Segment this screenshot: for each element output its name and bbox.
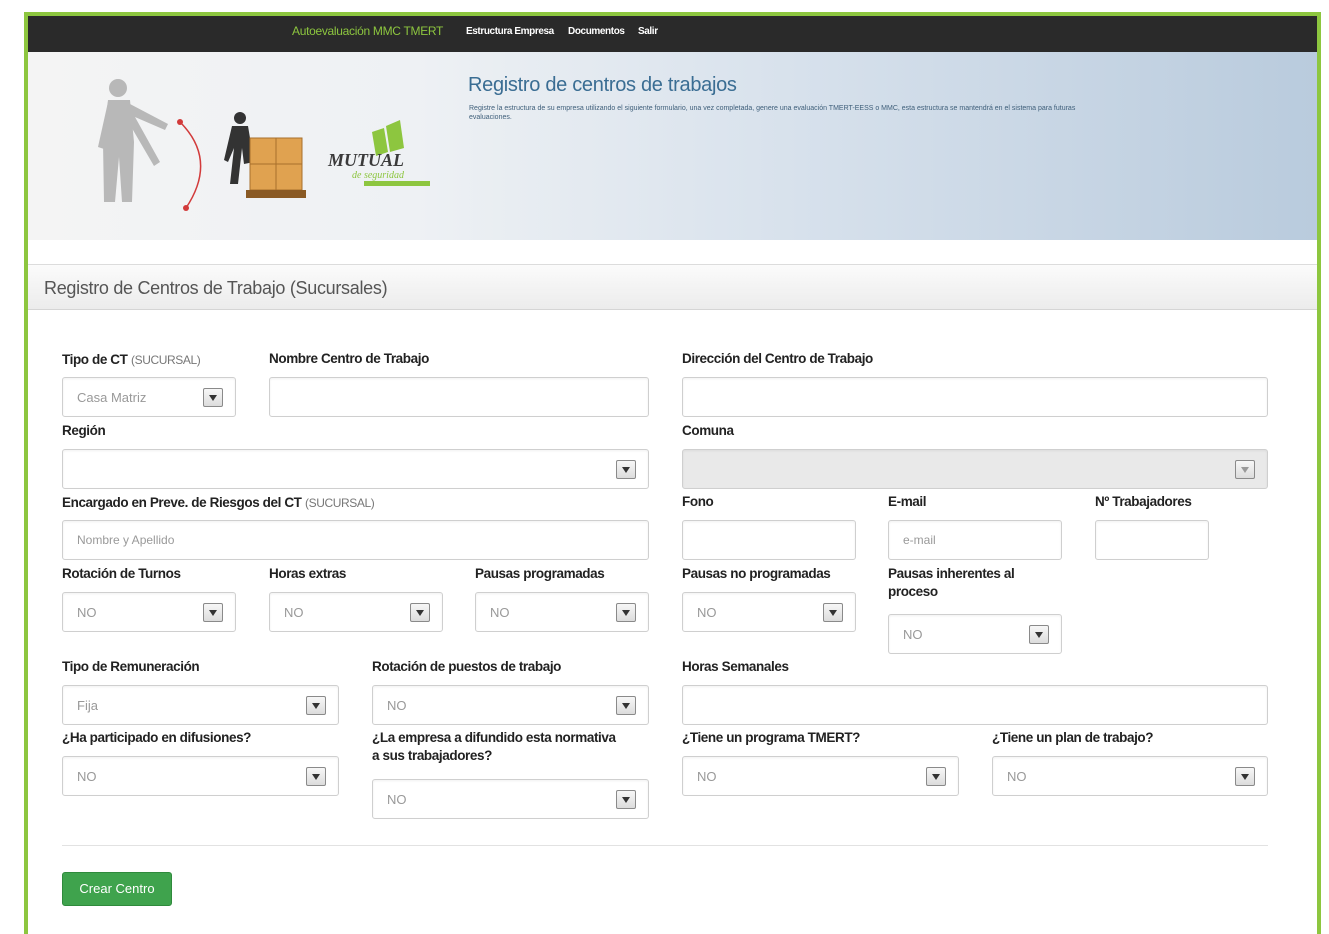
- region-select[interactable]: [62, 449, 649, 489]
- svg-text:de seguridad: de seguridad: [352, 170, 405, 181]
- panel-title: Registro de Centros de Trabajo (Sucursal…: [44, 278, 388, 298]
- horas-extras-label: Horas extras: [269, 566, 346, 581]
- hero-title: Registro de centros de trabajos: [468, 74, 737, 96]
- pausas-inherentes-label: Pausas inherentes al proceso: [888, 566, 1015, 599]
- nav-documentos[interactable]: Documentos: [568, 26, 625, 37]
- plan-trabajo-label: ¿Tiene un plan de trabajo?: [992, 730, 1154, 745]
- chevron-down-icon: [616, 603, 636, 622]
- panel-header: Registro de Centros de Trabajo (Sucursal…: [28, 264, 1317, 310]
- chevron-down-icon: [203, 603, 223, 622]
- fono-input[interactable]: [682, 520, 856, 560]
- top-navbar: Autoevaluación MMC TMERT Estructura Empr…: [28, 16, 1317, 52]
- chevron-down-icon: [1235, 460, 1255, 479]
- tipo-remuneracion-select[interactable]: Fija: [62, 685, 339, 725]
- comuna-label: Comuna: [682, 423, 734, 438]
- pausas-inherentes-select[interactable]: NO: [888, 614, 1062, 654]
- rotacion-puestos-select[interactable]: NO: [372, 685, 649, 725]
- chevron-down-icon: [616, 460, 636, 479]
- rotacion-turnos-label: Rotación de Turnos: [62, 566, 181, 581]
- horas-semanales-label: Horas Semanales: [682, 659, 789, 674]
- svg-text:MUTUAL: MUTUAL: [327, 150, 404, 170]
- pausas-no-programadas-label: Pausas no programadas: [682, 566, 831, 581]
- difusiones-label: ¿Ha participado en difusiones?: [62, 730, 252, 745]
- tipo-ct-select[interactable]: Casa Matriz: [62, 377, 236, 417]
- app-frame: Autoevaluación MMC TMERT Estructura Empr…: [24, 12, 1321, 934]
- chevron-down-icon: [1235, 767, 1255, 786]
- comuna-select[interactable]: [682, 449, 1268, 489]
- form-divider: [62, 845, 1268, 846]
- brand-link[interactable]: Autoevaluación MMC TMERT: [292, 24, 443, 38]
- nombre-input[interactable]: [269, 377, 649, 417]
- chevron-down-icon: [1029, 625, 1049, 644]
- chevron-down-icon: [823, 603, 843, 622]
- direccion-input[interactable]: [682, 377, 1268, 417]
- nombre-label: Nombre Centro de Trabajo: [269, 351, 429, 366]
- pausas-programadas-label: Pausas programadas: [475, 566, 605, 581]
- chevron-down-icon: [306, 696, 326, 715]
- region-label: Región: [62, 423, 106, 438]
- crear-centro-button[interactable]: Crear Centro: [62, 872, 172, 906]
- pausas-no-programadas-select[interactable]: NO: [682, 592, 856, 632]
- encargado-input[interactable]: Nombre y Apellido: [62, 520, 649, 560]
- ergonomic-illustration: [98, 79, 306, 211]
- hero-banner: MUTUAL de seguridad Registro de centros …: [28, 52, 1317, 240]
- pausas-programadas-select[interactable]: NO: [475, 592, 649, 632]
- tipo-ct-label: Tipo de CT (SUCURSAL): [62, 352, 201, 367]
- email-label: E-mail: [888, 494, 927, 509]
- horas-semanales-input[interactable]: [682, 685, 1268, 725]
- difusiones-select[interactable]: NO: [62, 756, 339, 796]
- normativa-label: ¿La empresa a difundido esta normativa a …: [372, 730, 616, 763]
- programa-tmert-label: ¿Tiene un programa TMERT?: [682, 730, 861, 745]
- rotacion-puestos-label: Rotación de puestos de trabajo: [372, 659, 562, 674]
- nav-estructura-empresa[interactable]: Estructura Empresa: [466, 26, 554, 37]
- programa-tmert-select[interactable]: NO: [682, 756, 959, 796]
- chevron-down-icon: [203, 388, 223, 407]
- chevron-down-icon: [410, 603, 430, 622]
- fono-label: Fono: [682, 494, 714, 509]
- horas-extras-select[interactable]: NO: [269, 592, 443, 632]
- hero-description: Registre la estructura de su empresa uti…: [469, 105, 1076, 121]
- nav-salir[interactable]: Salir: [638, 26, 658, 37]
- tipo-remuneracion-label: Tipo de Remuneración: [62, 659, 200, 674]
- chevron-down-icon: [616, 790, 636, 809]
- chevron-down-icon: [926, 767, 946, 786]
- rotacion-turnos-select[interactable]: NO: [62, 592, 236, 632]
- trabajadores-input[interactable]: [1095, 520, 1209, 560]
- normativa-select[interactable]: NO: [372, 779, 649, 819]
- chevron-down-icon: [306, 767, 326, 786]
- email-input[interactable]: e-mail: [888, 520, 1062, 560]
- encargado-label: Encargado en Preve. de Riesgos del CT (S…: [62, 495, 375, 510]
- trabajadores-label: Nº Trabajadores: [1095, 494, 1192, 509]
- direccion-label: Dirección del Centro de Trabajo: [682, 351, 873, 366]
- chevron-down-icon: [616, 696, 636, 715]
- plan-trabajo-select[interactable]: NO: [992, 756, 1268, 796]
- mutual-logo: MUTUAL de seguridad: [324, 118, 434, 188]
